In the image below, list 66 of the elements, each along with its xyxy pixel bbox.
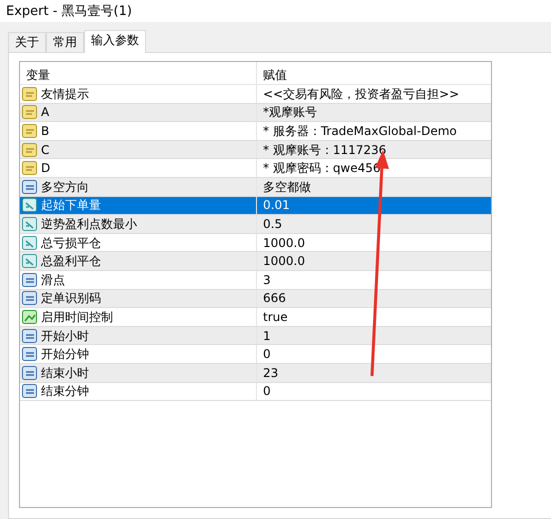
parameter-value: 0.5: [263, 216, 282, 233]
parameter-value: 多空都做: [263, 178, 311, 196]
parameter-row[interactable]: 开始小时 1: [20, 326, 491, 346]
int-type-icon: [22, 180, 37, 194]
parameter-row[interactable]: 多空方向 多空都做: [20, 178, 491, 197]
double-type-icon: [22, 198, 37, 212]
string-type-icon: [22, 142, 37, 157]
parameter-value: 0: [263, 346, 271, 364]
parameter-name: 开始分钟: [41, 346, 89, 364]
string-type-icon: [22, 161, 37, 176]
parameter-value: true: [263, 308, 288, 326]
parameter-name: 友情提示: [41, 86, 89, 103]
parameter-value: 0.01: [263, 197, 290, 214]
int-type-icon: [22, 347, 37, 362]
double-type-icon: [22, 216, 37, 231]
parameter-name: 滑点: [41, 272, 65, 289]
int-type-icon: [22, 328, 37, 343]
string-type-icon: [22, 86, 37, 101]
parameter-row[interactable]: 结束小时 23: [20, 364, 491, 382]
parameter-name: 总盈利平仓: [41, 253, 101, 270]
tab[interactable]: 输入参数: [84, 30, 146, 53]
parameter-value: 666: [263, 290, 286, 308]
parameter-value: 0: [263, 383, 271, 400]
parameter-value: 23: [263, 364, 278, 382]
parameter-name: 开始小时: [41, 328, 89, 345]
parameter-value: <<交易有风险，投资者盈亏自担>>: [263, 86, 460, 103]
parameter-name: 结束分钟: [41, 383, 89, 400]
parameter-name: 逆势盈利点数最小: [41, 216, 137, 233]
parameter-value: 1: [263, 328, 271, 345]
parameter-row[interactable]: 总盈利平仓 1000.0: [20, 252, 491, 271]
int-type-icon: [22, 272, 37, 287]
double-type-icon: [22, 236, 37, 250]
parameter-row[interactable]: 定单识别码 666: [20, 290, 491, 308]
parameter-name: D: [41, 160, 50, 178]
parameter-name: 结束小时: [41, 364, 89, 382]
int-type-icon: [22, 384, 37, 398]
string-type-icon: [22, 124, 37, 138]
parameter-row[interactable]: C * 观摩账号：1117236: [20, 140, 491, 160]
parameter-value: 1000.0: [263, 234, 305, 252]
bool-type-icon: [22, 310, 37, 324]
parameter-row[interactable]: 起始下单量 0.01: [20, 196, 491, 216]
int-type-icon: [22, 291, 37, 306]
parameter-row[interactable]: A *观摩账号: [20, 104, 491, 122]
column-header: 变量: [20, 62, 257, 84]
double-type-icon: [22, 254, 37, 268]
parameter-value: * 观摩密码：qwe456: [263, 160, 381, 178]
parameter-value: 3: [263, 272, 271, 289]
parameter-value: *观摩账号: [263, 104, 317, 122]
parameter-name: 总亏损平仓: [41, 234, 101, 252]
parameter-name: 多空方向: [41, 178, 89, 196]
column-header: 赋值: [262, 67, 288, 84]
parameter-name: A: [41, 104, 50, 122]
parameter-name: B: [41, 122, 50, 140]
tab[interactable]: 关于: [8, 32, 46, 52]
parameter-name: 定单识别码: [41, 290, 101, 308]
int-type-icon: [22, 366, 37, 380]
parameter-value: * 观摩账号：1117236: [263, 142, 386, 159]
parameter-row[interactable]: 结束分钟 0: [20, 382, 491, 402]
parameter-row[interactable]: 逆势盈利点数最小 0.5: [20, 215, 491, 234]
parameter-value: 1000.0: [263, 253, 305, 270]
parameter-value: * 服务器：TradeMaxGlobal-Demo: [263, 122, 457, 140]
parameter-name: C: [41, 142, 50, 159]
tab[interactable]: 常用: [46, 32, 84, 52]
parameter-name: 起始下单量: [41, 197, 101, 214]
parameter-name: 启用时间控制: [41, 308, 113, 326]
string-type-icon: [22, 105, 37, 120]
